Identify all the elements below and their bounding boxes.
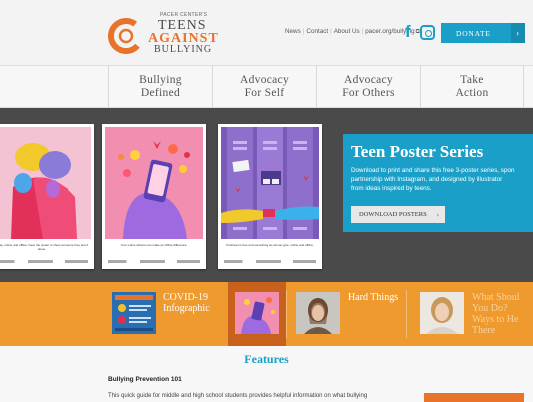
poster-caption: ...say, online and offline, have the pow… — [0, 243, 89, 251]
nav-label-line2: For Others — [342, 87, 395, 99]
hero-carousel: ...say, online and offline, have the pow… — [0, 108, 533, 282]
hero-description-line: Download to print and share this free 3-… — [351, 167, 515, 174]
strip-item-title: What Shoul You Do? Ways to He There — [472, 292, 520, 336]
strip-item-title: Hard Things — [348, 292, 398, 303]
about-us-link[interactable]: About Us — [334, 28, 360, 35]
poster-card[interactable]: Kindness is free and something we all ca… — [218, 124, 322, 269]
features-action-button[interactable] — [424, 393, 524, 402]
contact-link[interactable]: Contact — [306, 28, 328, 35]
strip-item-covid[interactable]: COVID-19 Infographic — [108, 282, 228, 346]
features-heading: Features — [244, 352, 289, 366]
poster-sponsor-logos — [0, 260, 88, 263]
poster-illustration — [0, 127, 91, 239]
strip-title-line: Hard Things — [348, 292, 399, 303]
nav-label-line2: Defined — [140, 87, 181, 99]
poster-sponsor-logos — [108, 260, 200, 263]
strip-title-line: There — [472, 325, 496, 336]
facebook-icon[interactable]: f — [405, 23, 417, 40]
logo-line-bullying: BULLYING — [154, 44, 213, 55]
news-link[interactable]: News — [285, 28, 301, 35]
download-posters-label: DOWNLOAD POSTERS — [359, 211, 427, 218]
strip-item-title: COVID-19 Infographic — [163, 292, 210, 314]
page: PACER CENTER'S TEENS AGAINST BULLYING Ne… — [0, 0, 533, 402]
poster-card[interactable]: Your online actions can make an offline … — [102, 124, 206, 269]
covid-infographic-thumbnail — [112, 292, 156, 334]
nav-label-line1: Bullying — [139, 74, 182, 86]
download-posters-button[interactable]: DOWNLOAD POSTERS › — [351, 206, 445, 223]
main-nav: Bullying Defined Advocacy For Self Advocac… — [0, 66, 533, 108]
nav-item-advocacy-for-self[interactable]: Advocacy For Self — [212, 66, 316, 108]
chevron-right-icon: › — [511, 23, 525, 43]
hero-description: Download to print and share this free 3-… — [351, 166, 533, 193]
poster-card[interactable]: ...say, online and offline, have the pow… — [0, 124, 94, 269]
instagram-icon[interactable] — [420, 25, 435, 40]
nav-label-line1: Advocacy — [343, 74, 393, 86]
nav-item-advocacy-for-others[interactable]: Advocacy For Others — [316, 66, 420, 108]
nav-item-bullying-defined[interactable]: Bullying Defined — [108, 66, 212, 108]
strip-item-hard-things[interactable]: Hard Things — [286, 282, 406, 346]
poster-caption: Kindness is free and something we all ca… — [226, 243, 314, 247]
hero-title: Teen Poster Series — [351, 142, 484, 161]
donate-label: DONATE — [456, 28, 491, 38]
hard-things-thumbnail — [296, 292, 340, 334]
strip-item-poster-series[interactable] — [228, 282, 286, 346]
teen-poster-panel: Teen Poster Series Download to print and… — [343, 134, 533, 232]
strip-title-line: COVID-19 — [163, 292, 208, 303]
strip-item-what-should-you-do[interactable]: What Shoul You Do? Ways to He There — [406, 282, 533, 346]
site-logo[interactable]: PACER CENTER'S TEENS AGAINST BULLYING — [108, 10, 218, 56]
strip-title-line: Infographic — [163, 303, 210, 314]
poster-series-thumbnail — [235, 292, 279, 334]
hero-description-line: from ideas inspired by teens. — [351, 185, 432, 192]
features-subheading: Bullying Prevention 101 — [108, 376, 182, 383]
poster-illustration — [105, 127, 203, 239]
hero-description-line: partnership with Instagram, and designed… — [351, 176, 503, 183]
feature-strip: COVID-19 Infographic Hard Things What Sh… — [0, 282, 533, 346]
features-text: This quick guide for middle and high sch… — [108, 393, 368, 399]
strip-title-line: What Shoul — [472, 292, 520, 303]
strip-title-line: You Do? — [472, 303, 508, 314]
top-links: News | Contact | About Us | pacer.org/bullying… — [285, 28, 420, 35]
nav-label-line1: Advocacy — [239, 74, 290, 86]
poster-caption: Your online actions can make an offline … — [120, 243, 188, 247]
features-section: Features Bullying Prevention 101 This qu… — [0, 346, 533, 402]
chevron-right-icon: › — [436, 210, 439, 219]
nav-label-line2: For Self — [244, 87, 285, 99]
site-header: PACER CENTER'S TEENS AGAINST BULLYING Ne… — [0, 0, 533, 66]
logo-mark-icon — [108, 18, 144, 54]
poster-illustration — [221, 127, 319, 239]
nav-label-line2: Action — [455, 87, 489, 99]
nav-label-line1: Take — [460, 74, 484, 86]
poster-sponsor-logos — [224, 260, 316, 263]
donate-button[interactable]: DONATE › — [441, 23, 525, 43]
strip-title-line: Ways to He — [472, 314, 519, 325]
what-should-you-do-thumbnail — [420, 292, 464, 334]
nav-item-take-action[interactable]: Take Action — [420, 66, 524, 108]
